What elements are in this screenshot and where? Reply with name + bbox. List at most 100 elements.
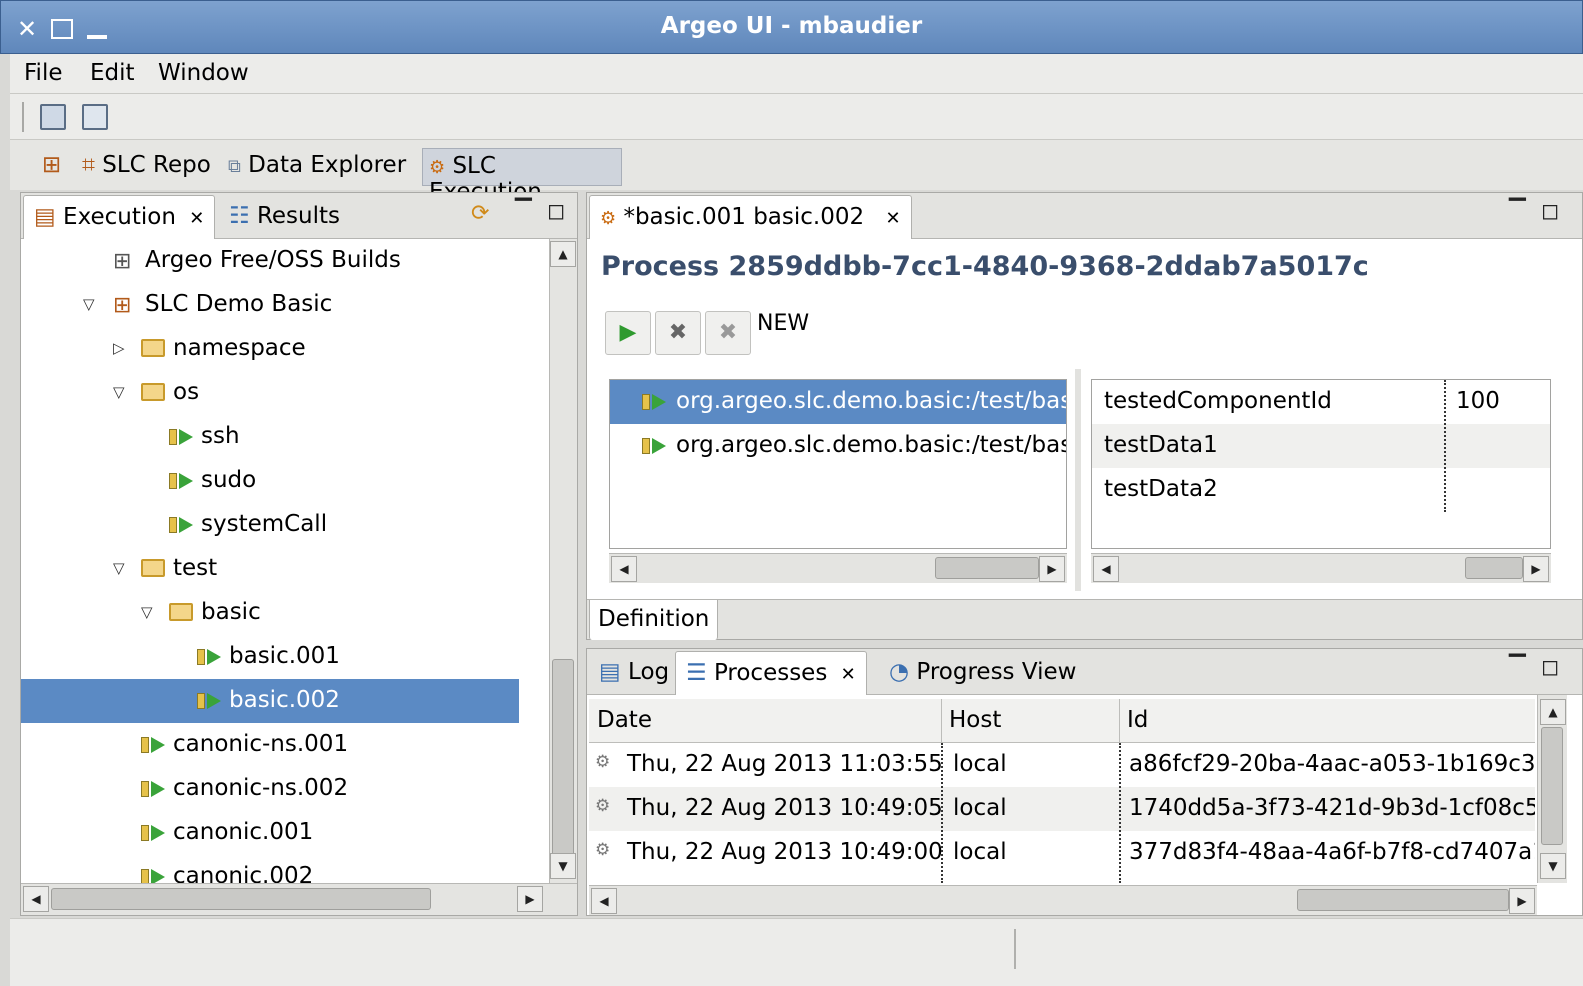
tree-vertical-scrollbar[interactable]: ▲ ▼ [549, 239, 577, 883]
scroll-up-arrow-icon[interactable]: ▲ [1540, 699, 1566, 725]
module-icon: ⊞ [113, 249, 132, 274]
open-perspective-icon[interactable]: ⊞ [36, 148, 67, 186]
collapsed-toggle-icon[interactable]: ▷ [113, 339, 125, 357]
tree-node[interactable]: ▽ test [21, 547, 519, 591]
tree-node[interactable]: ▽ os [21, 371, 519, 415]
scroll-right-arrow-icon[interactable]: ▶ [517, 886, 543, 912]
tree-horizontal-scrollbar[interactable]: ◀ ▶ [21, 883, 577, 915]
module-icon: ⊞ [113, 293, 132, 318]
tree-node[interactable]: sudo [21, 459, 519, 503]
scroll-right-arrow-icon[interactable]: ▶ [1523, 556, 1549, 582]
perspective-slc-repo[interactable]: ⌗ SLC Repo [76, 148, 217, 186]
column-separator [1444, 380, 1446, 512]
scroll-thumb[interactable] [1465, 557, 1523, 579]
table-row[interactable]: ⚙ Thu, 22 Aug 2013 10:49:05 local 1740dd… [589, 787, 1535, 831]
status-divider [1014, 929, 1016, 969]
editor-tab[interactable]: ⚙ *basic.001 basic.002 ✕ [589, 195, 912, 239]
execution-flow-icon [169, 427, 195, 447]
scroll-thumb[interactable] [1541, 727, 1563, 845]
process-gear-icon: ⚙ [595, 752, 611, 772]
flows-horizontal-scrollbar[interactable]: ◀ ▶ [609, 553, 1067, 583]
column-separator [941, 743, 943, 883]
remove-all-button[interactable]: ✖ [705, 311, 751, 355]
parameter-row[interactable]: testData2 [1092, 468, 1550, 512]
save-all-icon[interactable] [82, 104, 108, 130]
tree-node-selected[interactable]: basic.002 [21, 679, 519, 723]
perspective-slc-execution[interactable]: ⚙ SLC Execution [422, 148, 622, 205]
parameter-row[interactable]: testedComponentId 100 [1092, 380, 1550, 424]
parameter-row[interactable]: testData1 [1092, 424, 1550, 468]
tree-node[interactable]: basic.001 [21, 635, 519, 679]
tab-log[interactable]: ▤ Log [589, 651, 679, 695]
run-button[interactable]: ▶ [605, 311, 651, 355]
expand-toggle-icon[interactable]: ▽ [83, 295, 95, 313]
remove-button[interactable]: ✖ [655, 311, 701, 355]
column-header-id[interactable]: Id [1127, 707, 1148, 733]
menu-window[interactable]: Window [158, 60, 249, 86]
processes-vertical-scrollbar[interactable]: ▲ ▼ [1537, 695, 1567, 883]
scroll-left-arrow-icon[interactable]: ◀ [591, 888, 617, 914]
sash[interactable] [1075, 369, 1081, 591]
perspective-data-explorer[interactable]: ⧉ Data Explorer [222, 148, 412, 186]
minimize-view-icon[interactable]: ▔ [1509, 199, 1526, 224]
progress-icon: ◔ [889, 659, 910, 685]
scroll-right-arrow-icon[interactable]: ▶ [1509, 888, 1535, 914]
tree-node[interactable]: ▽ basic [21, 591, 519, 635]
tree-node[interactable]: ▽ ⊞ SLC Demo Basic [21, 283, 519, 327]
scroll-thumb[interactable] [552, 659, 574, 859]
scroll-left-arrow-icon[interactable]: ◀ [1093, 556, 1119, 582]
scroll-left-arrow-icon[interactable]: ◀ [23, 886, 49, 912]
expand-toggle-icon[interactable]: ▽ [113, 559, 125, 577]
close-tab-icon[interactable]: ✕ [189, 208, 204, 229]
menu-file[interactable]: File [24, 60, 63, 86]
editor-tabstrip: ⚙ *basic.001 basic.002 ✕ ▔ ◻ [587, 193, 1582, 239]
process-icon: ⚙ [600, 208, 617, 229]
column-header-host[interactable]: Host [949, 707, 1001, 733]
tab-processes[interactable]: ☰ Processes ✕ [675, 651, 867, 695]
expand-toggle-icon[interactable]: ▽ [113, 383, 125, 401]
scroll-down-arrow-icon[interactable]: ▼ [1540, 853, 1566, 879]
expand-toggle-icon[interactable]: ▽ [141, 603, 153, 621]
tree-node[interactable]: canonic-ns.002 [21, 767, 519, 811]
tree-node[interactable]: ▷ namespace [21, 327, 519, 371]
tab-results[interactable]: ☷ Results [219, 195, 350, 239]
flow-item[interactable]: org.argeo.slc.demo.basic:/test/basic/bas… [610, 380, 1066, 424]
params-horizontal-scrollbar[interactable]: ◀ ▶ [1091, 553, 1551, 583]
scroll-left-arrow-icon[interactable]: ◀ [611, 556, 637, 582]
minimize-view-icon[interactable]: ▔ [515, 199, 532, 224]
tab-definition[interactable]: Definition [589, 600, 719, 640]
scroll-thumb[interactable] [1297, 889, 1509, 911]
minimize-view-icon[interactable]: ▔ [1509, 655, 1526, 680]
save-icon[interactable] [40, 104, 66, 130]
tab-progress-view[interactable]: ◔ Progress View [879, 651, 1086, 695]
scroll-thumb[interactable] [51, 888, 431, 910]
scroll-up-arrow-icon[interactable]: ▲ [550, 241, 576, 267]
scroll-down-arrow-icon[interactable]: ▼ [550, 853, 576, 879]
tab-execution[interactable]: ▤ Execution ✕ [23, 195, 216, 239]
maximize-view-icon[interactable]: ◻ [1541, 655, 1559, 680]
processes-panel: ▤ Log ☰ Processes ✕ ◔ Progress View ▔ ◻ … [586, 648, 1583, 916]
tree-node[interactable]: canonic-ns.001 [21, 723, 519, 767]
maximize-view-icon[interactable]: ◻ [1541, 199, 1559, 224]
column-header-date[interactable]: Date [597, 707, 652, 733]
scroll-thumb[interactable] [935, 557, 1039, 579]
editor-page-tabs: Definition [587, 599, 1582, 640]
tree-node[interactable]: canonic.001 [21, 811, 519, 855]
flow-item[interactable]: org.argeo.slc.demo.basic:/test/basic/bas… [610, 424, 1066, 468]
scroll-right-arrow-icon[interactable]: ▶ [1039, 556, 1065, 582]
tree-node[interactable]: ⊞ Argeo Free/OSS Builds [21, 239, 519, 283]
tree-node[interactable]: ssh [21, 415, 519, 459]
maximize-view-icon[interactable]: ◻ [547, 199, 565, 224]
table-row[interactable]: ⚙ Thu, 22 Aug 2013 10:49:00 local 377d83… [589, 831, 1535, 875]
close-tab-icon[interactable]: ✕ [841, 664, 856, 685]
close-tab-icon[interactable]: ✕ [885, 208, 900, 229]
processes-icon: ☰ [686, 660, 707, 686]
refresh-icon[interactable]: ⟳ [471, 201, 489, 226]
table-row[interactable]: ⚙ Thu, 22 Aug 2013 11:03:55 local a86fcf… [589, 743, 1535, 787]
parameters-table: testedComponentId 100 testData1 testData… [1091, 379, 1551, 549]
tree-node[interactable]: systemCall [21, 503, 519, 547]
execution-flow-icon [197, 691, 223, 711]
execution-flow-icon [197, 647, 223, 667]
processes-horizontal-scrollbar[interactable]: ◀ ▶ [589, 885, 1537, 915]
menu-edit[interactable]: Edit [90, 60, 135, 86]
